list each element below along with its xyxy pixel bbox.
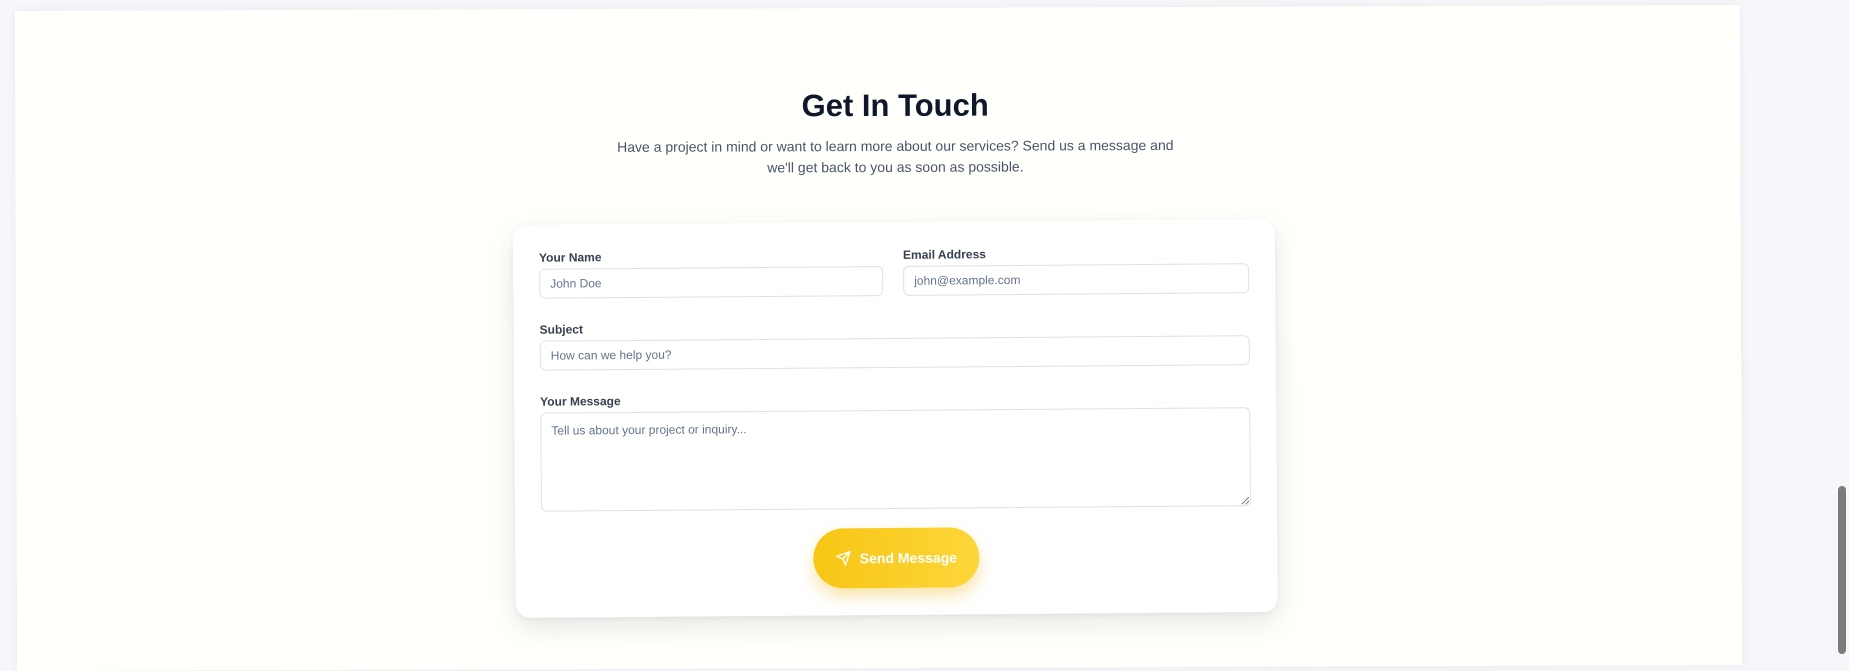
email-input[interactable] [903, 263, 1250, 296]
subject-input[interactable] [539, 335, 1250, 371]
message-textarea[interactable] [540, 407, 1251, 512]
subject-label: Subject [539, 322, 583, 337]
page-subtitle: Have a project in mind or want to learn … [617, 136, 1174, 176]
send-message-button[interactable]: Send Message [813, 527, 980, 589]
page-title: Get In Touch [801, 87, 989, 124]
name-input[interactable] [539, 266, 884, 299]
contact-section: Get In Touch Have a project in mind or w… [14, 4, 1743, 671]
send-message-label: Send Message [859, 549, 958, 567]
scrollbar-thumb[interactable] [1838, 486, 1846, 654]
page-scrollbar[interactable] [1835, 0, 1849, 654]
send-icon [836, 550, 852, 566]
email-label: Email Address [902, 247, 986, 262]
contact-form: Your Name Email Address Subject Your Mes… [512, 218, 1278, 618]
message-label: Your Message [540, 394, 621, 409]
name-label: Your Name [538, 250, 602, 265]
